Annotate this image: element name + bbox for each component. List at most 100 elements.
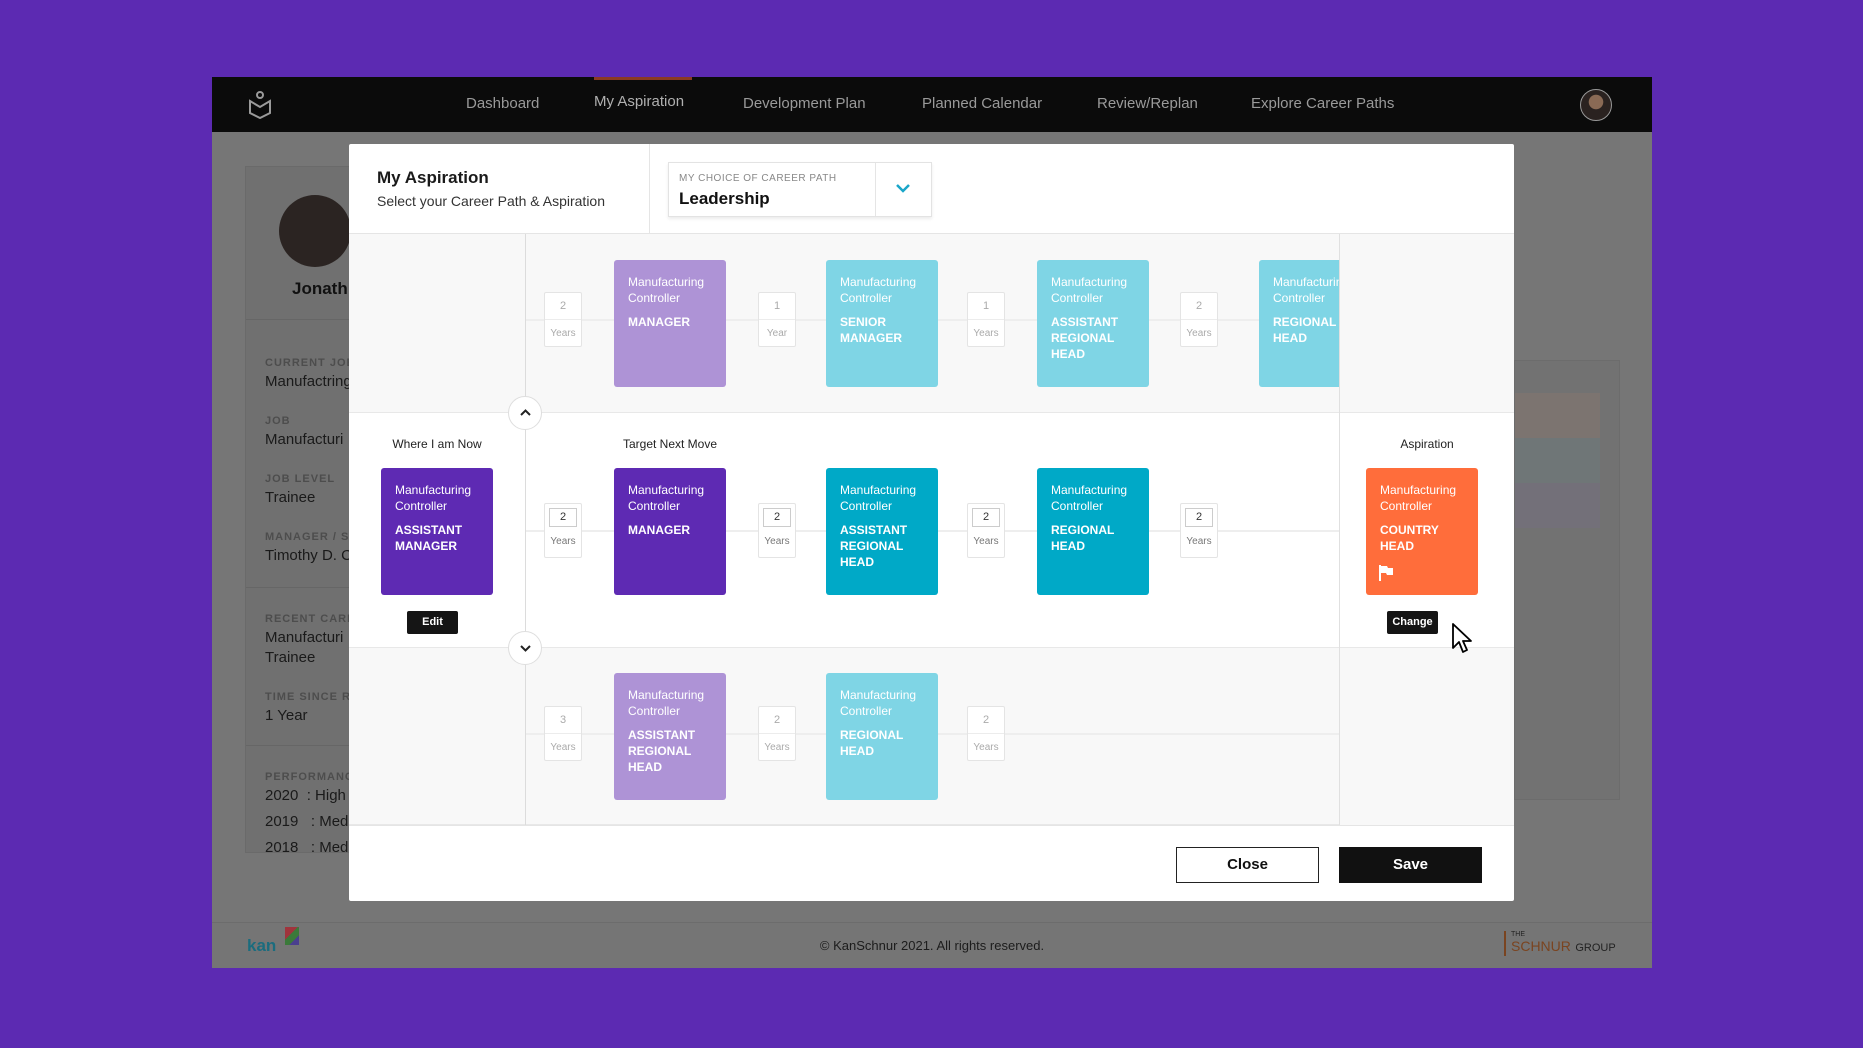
nav-explore-career-paths[interactable]: Explore Career Paths: [1251, 95, 1394, 112]
card-level: COUNTRY HEAD: [1380, 523, 1439, 553]
logo-group: GROUP: [1575, 942, 1616, 954]
card-function: Manufacturing Controller: [1051, 483, 1128, 513]
modal-subtitle: Select your Career Path & Aspiration: [377, 193, 606, 209]
field-label: CURRENT JOB: [265, 357, 356, 369]
field-value: Manufactring: [265, 373, 352, 390]
nav-dashboard[interactable]: Dashboard: [466, 95, 539, 112]
user-avatar[interactable]: [1580, 89, 1612, 121]
scroll-up-button[interactable]: [508, 396, 542, 430]
background-stripe: [1515, 438, 1600, 483]
background-panel: [1514, 360, 1620, 800]
career-role-card[interactable]: Manufacturing Controller MANAGER: [614, 260, 726, 387]
card-level: ASSISTANT REGIONAL HEAD: [1051, 315, 1119, 361]
duration-unit: Years: [1186, 536, 1212, 547]
card-level: MANAGER: [628, 315, 690, 329]
page-footer: kan © KanSchnur 2021. All rights reserve…: [212, 922, 1652, 968]
profile-photo: [279, 195, 351, 267]
card-function: Manufacturing Controller: [840, 688, 917, 718]
duration-unit: Years: [973, 328, 999, 339]
duration-years-input: 2: [545, 293, 581, 320]
divider: [649, 144, 650, 234]
aspiration-modal: My Aspiration Select your Career Path & …: [349, 144, 1514, 901]
career-role-card[interactable]: Manufacturing Controller REGIONAL HEAD: [826, 673, 938, 800]
duration-unit: Years: [550, 536, 576, 547]
career-role-card[interactable]: Manufacturing Controller ASSISTANT REGION…: [614, 673, 726, 800]
aspiration-card[interactable]: Manufacturing Controller COUNTRY HEAD: [1366, 468, 1478, 595]
nav-my-aspiration[interactable]: My Aspiration: [594, 93, 684, 110]
where-i-am-now-label: Where I am Now: [392, 437, 482, 451]
dropdown-value: Leadership: [679, 189, 770, 208]
duration-years-input: 1: [759, 293, 795, 320]
duration-box[interactable]: 2 Years: [967, 503, 1005, 558]
performance-label: PERFORMANCE: [265, 771, 363, 783]
profile-name: Jonath: [292, 279, 348, 298]
logo-the: THE: [1511, 931, 1525, 938]
column-divider: [525, 234, 526, 825]
aspiration-column: Aspiration Manufacturing Controller COUN…: [1339, 234, 1514, 825]
career-path-dropdown[interactable]: MY CHOICE OF CAREER PATH Leadership: [668, 162, 932, 217]
aspiration-column-bottom: [1340, 648, 1514, 825]
card-function: Manufacturing Controller: [628, 483, 705, 513]
career-role-card[interactable]: Manufacturing Controller REGIONAL HEAD: [1037, 468, 1149, 595]
top-nav: Dashboard My Aspiration Development Plan…: [212, 77, 1652, 132]
field-value: Manufacturi: [265, 431, 344, 448]
career-role-card[interactable]: Manufacturing Controller ASSISTANT REGION…: [1037, 260, 1149, 387]
background-stripe: [1515, 393, 1600, 438]
card-function: Manufacturing Controller: [840, 275, 917, 305]
edit-button[interactable]: Edit: [407, 611, 458, 634]
duration-years-input[interactable]: 2: [763, 508, 791, 527]
logo-schnur: SCHNUR: [1511, 938, 1571, 954]
dropdown-label: MY CHOICE OF CAREER PATH: [679, 173, 837, 184]
recent-career-level: Trainee: [265, 649, 316, 666]
card-level: ASSISTANT REGIONAL HEAD: [628, 728, 696, 774]
flag-icon: [1379, 565, 1393, 581]
card-level: ASSISTANT REGIONAL HEAD: [840, 523, 908, 569]
dropdown-toggle[interactable]: [875, 163, 931, 216]
card-level: REGIONAL HEAD: [1051, 523, 1115, 553]
save-button[interactable]: Save: [1339, 847, 1482, 883]
background-stripe: [1515, 483, 1600, 528]
nav-development-plan[interactable]: Development Plan: [743, 95, 866, 112]
nav-planned-calendar[interactable]: Planned Calendar: [922, 95, 1042, 112]
duration-years-input: 1: [968, 293, 1004, 320]
aspiration-label: Aspiration: [1400, 437, 1454, 451]
duration-years-input[interactable]: 2: [1185, 508, 1213, 527]
duration-box: 2 Years: [1180, 292, 1218, 347]
field-label: JOB LEVEL: [265, 473, 336, 485]
chevron-down-icon: [520, 645, 531, 652]
duration-box[interactable]: 2 Years: [1180, 503, 1218, 558]
duration-box[interactable]: 2 Years: [544, 503, 582, 558]
current-position-card[interactable]: Manufacturing Controller ASSISTANT MANAG…: [381, 468, 493, 595]
performance-2018: 2018 : Medi: [265, 839, 352, 856]
career-role-card[interactable]: Manufacturing Controller SENIOR MANAGER: [826, 260, 938, 387]
duration-unit: Year: [766, 328, 788, 339]
nav-review-replan[interactable]: Review/Replan: [1097, 95, 1198, 112]
time-since-value: 1 Year: [265, 707, 308, 724]
active-tab-indicator: [594, 77, 692, 80]
card-function: Manufacturing Controller: [840, 483, 917, 513]
field-value: Trainee: [265, 489, 316, 506]
duration-box: 2 Years: [544, 292, 582, 347]
scroll-down-button[interactable]: [508, 631, 542, 665]
duration-box: 2 Years: [967, 706, 1005, 761]
change-button[interactable]: Change: [1387, 611, 1438, 634]
aspiration-column-top: [1340, 234, 1514, 413]
field-label: JOB: [265, 415, 291, 427]
modal-footer: Close Save: [349, 825, 1514, 901]
duration-years-input[interactable]: 2: [972, 508, 1000, 527]
card-level: ASSISTANT MANAGER: [395, 523, 463, 553]
duration-box: 1 Year: [758, 292, 796, 347]
chevron-down-icon: [896, 184, 910, 193]
logo-icon[interactable]: [247, 91, 273, 119]
career-role-card[interactable]: Manufacturing Controller MANAGER: [614, 468, 726, 595]
duration-years-input[interactable]: 2: [549, 508, 577, 527]
duration-box[interactable]: 2 Years: [758, 503, 796, 558]
career-role-card[interactable]: Manufacturing Controller ASSISTANT REGION…: [826, 468, 938, 595]
duration-box: 2 Years: [758, 706, 796, 761]
duration-years-input: 2: [759, 707, 795, 734]
close-button[interactable]: Close: [1176, 847, 1319, 883]
card-level: REGIONAL HEAD: [840, 728, 904, 758]
card-function: Manufacturing Controller: [628, 688, 705, 718]
duration-years-input: 2: [968, 707, 1004, 734]
field-value: Timothy D. C: [265, 547, 352, 564]
